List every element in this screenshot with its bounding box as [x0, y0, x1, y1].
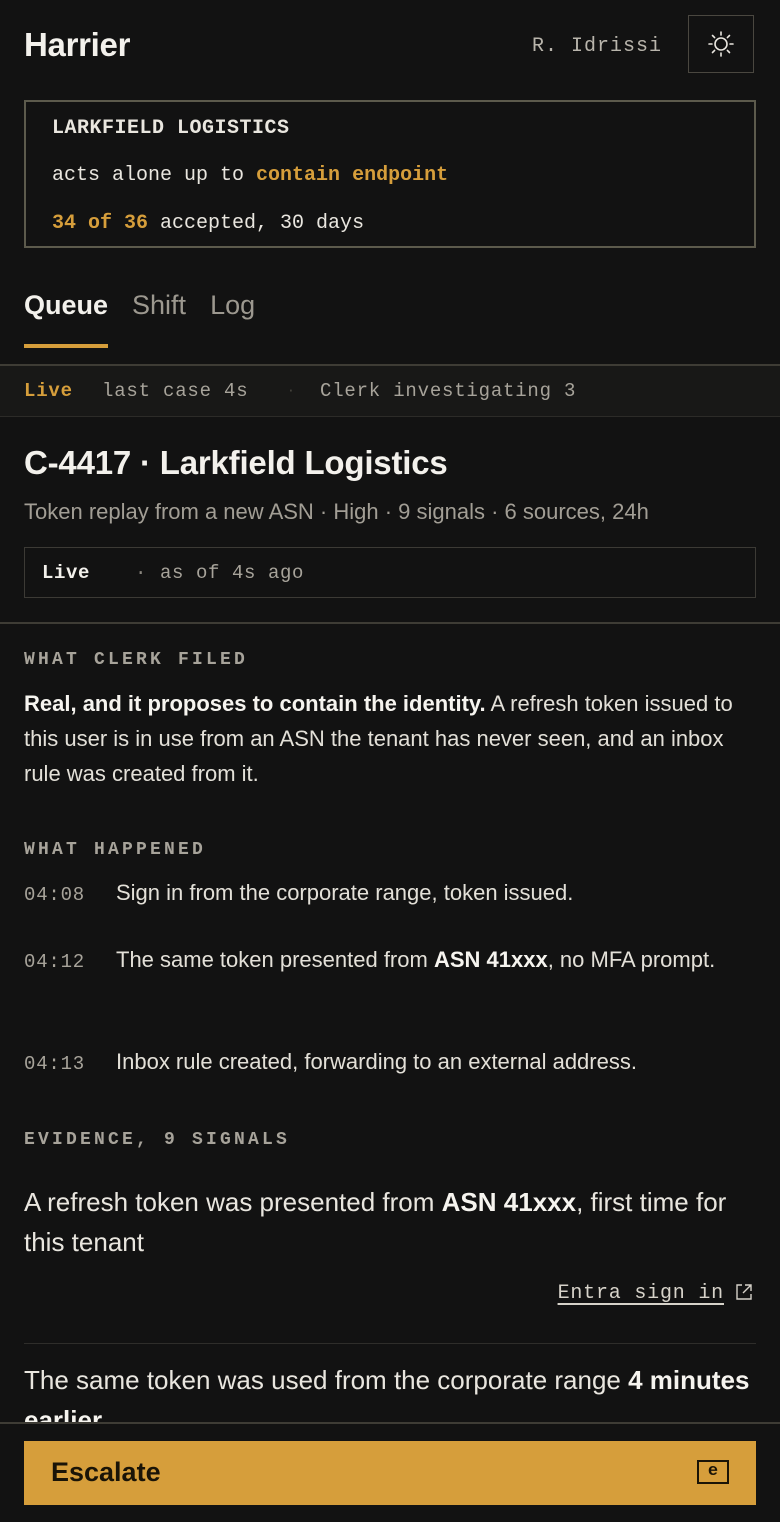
- filed-summary: Real, and it proposes to contain the ide…: [24, 686, 756, 791]
- tenant-name: LARKFIELD LOGISTICS: [52, 117, 290, 140]
- escalate-shortcut: e: [697, 1460, 729, 1484]
- evidence-text-pre: A refresh token was presented from: [24, 1187, 442, 1217]
- escalate-label: Escalate: [51, 1457, 161, 1487]
- autonomy-limit: acts alone up to contain endpoint: [52, 164, 448, 187]
- investigating-count: Clerk investigating 3: [320, 380, 577, 402]
- accepted-suffix: accepted, 30 days: [160, 212, 365, 235]
- tenant-policy-card: LARKFIELD LOGISTICS acts alone up to con…: [24, 100, 756, 248]
- action-bar: Escalate e: [0, 1422, 780, 1522]
- happened-section-label: WHAT HAPPENED: [24, 840, 207, 860]
- autonomy-limit-value: contain endpoint: [256, 164, 449, 187]
- case-divider: [0, 622, 780, 624]
- event-text-pre: The same token presented from: [116, 947, 434, 972]
- user-name[interactable]: R. Idrissi: [532, 35, 662, 58]
- evidence-source-link[interactable]: Entra sign in: [558, 1282, 724, 1305]
- app-title: Harrier: [24, 26, 131, 63]
- event-time: 04:13: [24, 1053, 86, 1075]
- accepted-count: 34 of 36: [52, 212, 149, 235]
- last-case-age: last case 4s: [102, 380, 249, 402]
- evidence-divider: [24, 1343, 756, 1344]
- case-subtitle: Token replay from a new ASN · High · 9 s…: [24, 499, 649, 524]
- external-link-icon[interactable]: [735, 1283, 753, 1301]
- evidence-section-label: EVIDENCE, 9 SIGNALS: [24, 1130, 291, 1150]
- event-text: The same token presented from ASN 41xxx,…: [116, 942, 746, 977]
- sun-icon: [708, 31, 734, 57]
- tab-queue[interactable]: Queue: [24, 290, 109, 350]
- autonomy-prefix: acts alone up to: [52, 164, 245, 187]
- case-as-of: as of 4s ago: [160, 562, 305, 584]
- evidence-item: A refresh token was presented from ASN 4…: [24, 1182, 756, 1262]
- event-asn: ASN 41xxx: [433, 947, 548, 972]
- escalate-button[interactable]: Escalate e: [24, 1441, 756, 1505]
- main-tabs: Queue Shift Log: [24, 290, 255, 350]
- theme-toggle-button[interactable]: [688, 15, 754, 73]
- status-separator: ·: [287, 383, 296, 398]
- event-text: Inbox rule created, forwarding to an ext…: [116, 1049, 637, 1074]
- app-header: Harrier R. Idrissi: [0, 0, 780, 92]
- case-live-indicator: Live · as of 4s ago: [24, 547, 756, 598]
- evidence-text-pre: The same token was used from the corpora…: [24, 1365, 629, 1395]
- tab-log[interactable]: Log: [210, 290, 255, 350]
- filed-section-label: WHAT CLERK FILED: [24, 650, 249, 670]
- status-strip: Live last case 4s · Clerk investigating …: [0, 366, 780, 417]
- tab-shift[interactable]: Shift: [132, 290, 186, 350]
- event-text: Sign in from the corporate range, token …: [116, 880, 574, 905]
- event-text-post: , no MFA prompt.: [547, 947, 716, 972]
- case-live-label: Live: [42, 562, 91, 584]
- filed-lead: Real, and it proposes to contain the ide…: [24, 691, 486, 716]
- case-live-separator: ·: [135, 562, 148, 584]
- event-time: 04:08: [24, 884, 86, 906]
- live-status: Live: [24, 380, 73, 402]
- evidence-asn: ASN 41xxx: [441, 1187, 577, 1217]
- case-title: C-4417 · Larkfield Logistics: [24, 444, 448, 481]
- event-time: 04:12: [24, 951, 86, 973]
- acceptance-rate: 34 of 36 accepted, 30 days: [52, 212, 364, 235]
